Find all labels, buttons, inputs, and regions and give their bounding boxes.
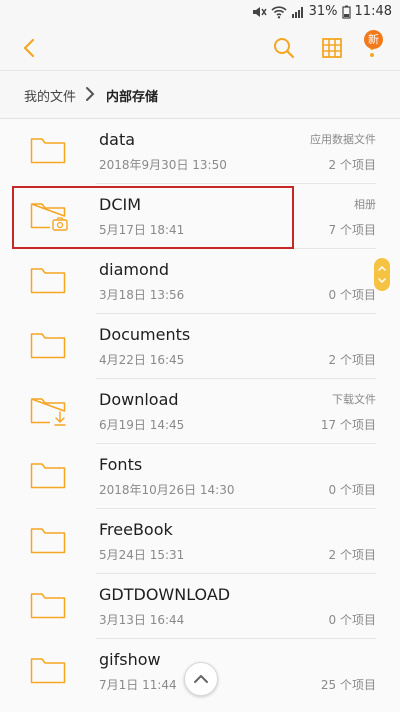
search-button[interactable]	[270, 34, 298, 62]
item-count: 0 个项目	[328, 613, 376, 627]
folder-icon	[30, 590, 66, 624]
list-item[interactable]: Download 6月19日 14:45 下载文件 17 个项目	[0, 379, 400, 444]
download-folder-icon	[30, 395, 70, 431]
file-date: 6月19日 14:45	[99, 418, 185, 432]
file-date: 7月1日 11:44	[99, 678, 177, 692]
grid-view-button[interactable]	[318, 34, 346, 62]
folder-icon	[30, 265, 66, 299]
new-badge: 新	[364, 30, 383, 49]
file-name: gifshow	[99, 650, 161, 669]
chevron-right-icon	[82, 84, 98, 108]
item-count: 0 个项目	[328, 483, 376, 497]
file-date: 3月13日 16:44	[99, 613, 185, 627]
file-list: data 2018年9月30日 13:50 应用数据文件 2 个项目 DCIM …	[0, 118, 400, 712]
file-date: 3月18日 13:56	[99, 288, 185, 302]
toolbar	[0, 26, 400, 70]
folder-icon	[30, 525, 66, 559]
battery-icon	[341, 5, 351, 19]
item-count: 2 个项目	[328, 548, 376, 562]
folder-icon	[30, 460, 66, 494]
file-type: 相册	[354, 198, 376, 211]
grid-icon	[322, 38, 342, 58]
file-date: 5月24日 15:31	[99, 548, 185, 562]
file-name: DCIM	[99, 195, 142, 214]
file-date: 2018年10月26日 14:30	[99, 483, 235, 497]
breadcrumb-current: 内部存储	[106, 90, 159, 105]
file-date: 2018年9月30日 13:50	[99, 158, 227, 172]
scroll-arrows-icon	[378, 265, 386, 284]
file-date: 5月17日 18:41	[99, 223, 185, 237]
camera-folder-icon	[30, 200, 70, 236]
signal-icon	[291, 5, 305, 19]
item-count: 25 个项目	[320, 678, 376, 692]
list-item[interactable]: GDTDOWNLOAD 3月13日 16:44 0 个项目	[0, 574, 400, 639]
file-name: Fonts	[99, 455, 143, 474]
file-type: 应用数据文件	[310, 133, 376, 146]
file-name: FreeBook	[99, 520, 173, 539]
item-count: 2 个项目	[328, 158, 376, 172]
list-item[interactable]: DCIM 5月17日 18:41 相册 7 个项目	[0, 184, 400, 249]
file-name: Download	[99, 390, 179, 409]
file-name: GDTDOWNLOAD	[99, 585, 231, 604]
folder-icon	[30, 655, 66, 689]
list-item[interactable]: diamond 3月18日 13:56 0 个项目	[0, 249, 400, 314]
item-count: 0 个项目	[328, 288, 376, 302]
list-item[interactable]: Fonts 2018年10月26日 14:30 0 个项目	[0, 444, 400, 509]
file-name: Documents	[99, 325, 191, 344]
fast-scroll-handle[interactable]	[374, 258, 390, 291]
mute-icon	[251, 5, 267, 19]
item-count: 17 个项目	[320, 418, 376, 432]
folder-icon	[30, 135, 66, 169]
list-item[interactable]: Documents 4月22日 16:45 2 个项目	[0, 314, 400, 379]
battery-percent: 31%	[308, 4, 338, 19]
scroll-to-top-button[interactable]	[184, 662, 218, 696]
breadcrumb-root[interactable]: 我的文件	[24, 86, 76, 105]
list-item[interactable]: data 2018年9月30日 13:50 应用数据文件 2 个项目	[0, 119, 400, 184]
file-name: diamond	[99, 260, 170, 279]
file-name: data	[99, 130, 136, 149]
search-icon	[274, 38, 295, 59]
file-type: 下载文件	[332, 393, 376, 406]
status-bar: 31% 11:48	[0, 0, 400, 26]
wifi-icon	[271, 5, 287, 19]
item-count: 7 个项目	[328, 223, 376, 237]
file-date: 4月22日 16:45	[99, 353, 185, 367]
status-time: 11:48	[354, 4, 392, 19]
chevron-left-icon	[23, 38, 35, 58]
chevron-up-icon	[194, 675, 208, 683]
breadcrumb: 我的文件 内部存储	[0, 70, 400, 119]
list-item[interactable]: FreeBook 5月24日 15:31 2 个项目	[0, 509, 400, 574]
back-button[interactable]	[16, 34, 44, 62]
item-count: 2 个项目	[328, 353, 376, 367]
status-icons: 31% 11:48	[251, 4, 392, 19]
folder-icon	[30, 330, 66, 364]
